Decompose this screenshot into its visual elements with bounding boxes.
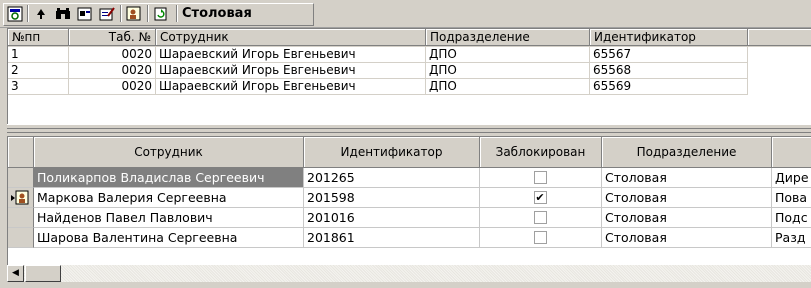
cell-department: Столовая bbox=[602, 228, 772, 248]
column-header-filler bbox=[748, 29, 811, 46]
cell-employee: Шараевский Игорь Евгеньевич bbox=[156, 63, 426, 79]
cell-identifier: 65568 bbox=[590, 63, 748, 79]
toolbar-separator bbox=[147, 5, 149, 22]
find-card-icon[interactable] bbox=[75, 4, 95, 23]
cell-department: ДПО bbox=[426, 79, 590, 95]
pin-icon[interactable] bbox=[31, 4, 51, 23]
blocked-checkbox[interactable] bbox=[533, 171, 547, 184]
cell-tab-number: 0020 bbox=[69, 79, 156, 95]
table-row[interactable]: Маркова Валерия Сергеевна 201598 ✔ Столо… bbox=[8, 188, 811, 208]
person-card-icon[interactable] bbox=[124, 4, 144, 23]
column-header-employee[interactable]: Сотрудник bbox=[34, 137, 304, 168]
cell-tab-number: 0020 bbox=[69, 63, 156, 79]
indicator-column-header bbox=[8, 137, 34, 168]
row-indicator[interactable] bbox=[8, 168, 34, 188]
toolbar-separator bbox=[120, 5, 122, 22]
cell-position: Дире bbox=[772, 168, 811, 188]
scroll-left-button[interactable]: ◀ bbox=[7, 265, 24, 282]
cell-tab-number: 0020 bbox=[69, 47, 156, 63]
cell-position: Разд bbox=[772, 228, 811, 248]
cell-department: Столовая bbox=[602, 168, 772, 188]
cell-identifier: 65569 bbox=[590, 79, 748, 95]
toolbar-separator bbox=[27, 5, 29, 22]
column-header-number[interactable]: №пп bbox=[8, 29, 69, 46]
cell-number: 2 bbox=[8, 63, 69, 79]
column-header-department[interactable]: Подразделение bbox=[602, 137, 772, 168]
cell-identifier: 201598 bbox=[304, 188, 480, 208]
cell-employee: Маркова Валерия Сергеевна bbox=[34, 188, 304, 208]
window-bottom-edge bbox=[0, 282, 811, 288]
edit-card-icon[interactable] bbox=[97, 4, 117, 23]
identifiers-grid[interactable]: №пп Таб. № Сотрудник Подразделение Идент… bbox=[7, 28, 811, 125]
table-row[interactable]: Шарова Валентина Сергеевна 201861 Столов… bbox=[8, 228, 811, 248]
row-indicator[interactable] bbox=[8, 228, 34, 248]
table-row[interactable]: Поликарпов Владислав Сергеевич 201265 Ст… bbox=[8, 168, 811, 188]
cell-department: Столовая bbox=[602, 208, 772, 228]
table-row[interactable]: 3 0020 Шараевский Игорь Евгеньевич ДПО 6… bbox=[8, 79, 811, 95]
cell-employee: Шараевский Игорь Евгеньевич bbox=[156, 47, 426, 63]
cell-identifier: 201265 bbox=[304, 168, 480, 188]
scroll-left-arrow-icon: ◀ bbox=[12, 268, 19, 278]
table-row[interactable]: 2 0020 Шараевский Игорь Евгеньевич ДПО 6… bbox=[8, 63, 811, 79]
blocked-checkbox[interactable] bbox=[533, 211, 547, 224]
cell-blocked[interactable] bbox=[480, 168, 602, 188]
blocked-checkbox[interactable]: ✔ bbox=[533, 191, 547, 204]
column-header-employee[interactable]: Сотрудник bbox=[156, 29, 426, 46]
identifiers-grid-header: №пп Таб. № Сотрудник Подразделение Идент… bbox=[8, 29, 811, 47]
cell-number: 3 bbox=[8, 79, 69, 95]
row-indicator[interactable] bbox=[8, 208, 34, 228]
toolbar-separator bbox=[176, 5, 178, 22]
cell-identifier: 201016 bbox=[304, 208, 480, 228]
column-header-tab-number[interactable]: Таб. № bbox=[69, 29, 156, 46]
cell-department: ДПО bbox=[426, 47, 590, 63]
cell-blocked[interactable] bbox=[480, 208, 602, 228]
department-title: Столовая bbox=[182, 6, 252, 21]
column-header-position[interactable] bbox=[772, 137, 811, 168]
binoculars-icon[interactable] bbox=[53, 4, 73, 23]
refresh-icon[interactable] bbox=[151, 4, 171, 23]
table-row[interactable]: 1 0020 Шараевский Игорь Евгеньевич ДПО 6… bbox=[8, 47, 811, 63]
employees-grid-header: Сотрудник Идентификатор Заблокирован Под… bbox=[8, 137, 811, 168]
toolbar: Столовая bbox=[0, 0, 811, 28]
cell-employee: Шараевский Игорь Евгеньевич bbox=[156, 79, 426, 95]
row-indicator[interactable] bbox=[8, 188, 34, 208]
cell-blocked[interactable]: ✔ bbox=[480, 188, 602, 208]
cell-position: Пова bbox=[772, 188, 811, 208]
column-header-blocked[interactable]: Заблокирован bbox=[480, 137, 602, 168]
cell-department: Столовая bbox=[602, 188, 772, 208]
view-icon[interactable] bbox=[5, 4, 25, 23]
cell-position: Подс bbox=[772, 208, 811, 228]
table-row[interactable]: Найденов Павел Павлович 201016 Столовая … bbox=[8, 208, 811, 228]
employees-grid[interactable]: Сотрудник Идентификатор Заблокирован Под… bbox=[7, 136, 811, 265]
cell-employee: Найденов Павел Павлович bbox=[34, 208, 304, 228]
current-record-icon bbox=[11, 190, 29, 205]
cell-employee: Шарова Валентина Сергеевна bbox=[34, 228, 304, 248]
column-header-identifier[interactable]: Идентификатор bbox=[590, 29, 748, 46]
grid-splitter[interactable] bbox=[7, 124, 811, 136]
cell-identifier: 201861 bbox=[304, 228, 480, 248]
scroll-thumb[interactable] bbox=[25, 265, 61, 282]
column-header-identifier[interactable]: Идентификатор bbox=[304, 137, 480, 168]
cell-blocked[interactable] bbox=[480, 228, 602, 248]
horizontal-scrollbar[interactable]: ◀ bbox=[7, 265, 811, 282]
cell-department: ДПО bbox=[426, 63, 590, 79]
column-header-department[interactable]: Подразделение bbox=[426, 29, 590, 46]
cell-number: 1 bbox=[8, 47, 69, 63]
cell-employee-selected[interactable]: Поликарпов Владислав Сергеевич bbox=[34, 168, 304, 188]
blocked-checkbox[interactable] bbox=[533, 231, 547, 244]
cell-identifier: 65567 bbox=[590, 47, 748, 63]
